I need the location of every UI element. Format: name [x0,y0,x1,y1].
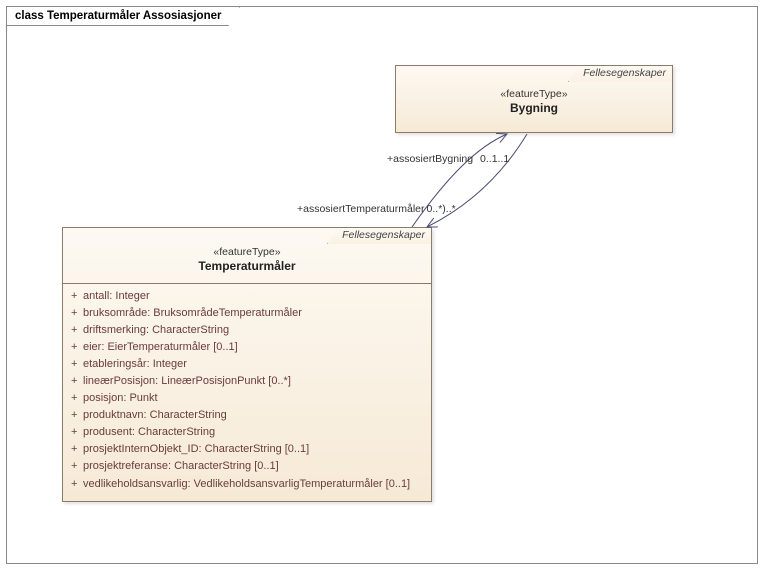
attribute-visibility: + [71,356,83,373]
attribute-visibility: + [71,407,83,424]
attribute-row: +posisjon: Punkt [71,390,423,407]
class-bygning-package: Fellesegenskaper [583,67,666,79]
attribute-text: prosjektreferanse: CharacterString [0..1… [83,460,279,472]
attribute-row: +antall: Integer [71,288,423,305]
attribute-text: etableringsår: Integer [83,358,187,370]
attribute-row: +vedlikeholdsansvarlig: Vedlikeholdsansv… [71,476,423,493]
attribute-text: posisjon: Punkt [83,392,158,404]
attribute-row: +eier: EierTemperaturmåler [0..1] [71,339,423,356]
diagram-title-tab: class Temperaturmåler Assosiasjoner [6,6,240,26]
class-bygning-stereotype: «featureType» [404,88,664,100]
attribute-text: produsent: CharacterString [83,426,215,438]
class-temperaturmaler-attributes: +antall: Integer+bruksområde: Bruksområd… [63,284,431,501]
attribute-visibility: + [71,322,83,339]
attribute-visibility: + [71,476,83,493]
attribute-text: vedlikeholdsansvarlig: Vedlikeholdsansva… [83,478,410,490]
attribute-visibility: + [71,458,83,475]
attribute-text: antall: Integer [83,290,150,302]
class-bygning-package-tab: Fellesegenskaper [568,65,673,82]
attribute-text: prosjektInternObjekt_ID: CharacterString… [83,443,309,455]
attribute-text: driftsmerking: CharacterString [83,324,229,336]
assoc-role-temperaturmaler: +assosiertTemperaturmåler0..*)..* [297,203,456,215]
class-temperaturmaler-stereotype: «featureType» [71,246,423,258]
class-bygning-name: Bygning [404,101,664,115]
attribute-row: +bruksområde: BruksområdeTemperaturmåler [71,305,423,322]
attribute-row: +etableringsår: Integer [71,356,423,373]
class-temperaturmaler: Fellesegenskaper «featureType» Temperatu… [62,227,432,502]
diagram-frame: class Temperaturmåler Assosiasjoner Fell… [6,6,758,564]
attribute-visibility: + [71,373,83,390]
diagram-title: class Temperaturmåler Assosiasjoner [15,10,221,22]
attribute-text: bruksområde: BruksområdeTemperaturmåler [83,307,302,319]
attribute-text: lineærPosisjon: LineærPosisjonPunkt [0..… [83,375,291,387]
attribute-row: +produsent: CharacterString [71,424,423,441]
attribute-text: eier: EierTemperaturmåler [0..1] [83,341,238,353]
class-temperaturmaler-name: Temperaturmåler [71,259,423,273]
attribute-visibility: + [71,288,83,305]
attribute-row: +lineærPosisjon: LineærPosisjonPunkt [0.… [71,373,423,390]
attribute-text: produktnavn: CharacterString [83,409,227,421]
assoc-role-bygning: +assosiertBygning 0..1..1 [387,153,509,165]
attribute-visibility: + [71,390,83,407]
attribute-row: +prosjektreferanse: CharacterString [0..… [71,458,423,475]
attribute-row: +driftsmerking: CharacterString [71,322,423,339]
class-temperaturmaler-package: Fellesegenskaper [342,229,425,241]
class-bygning: Fellesegenskaper «featureType» Bygning [395,65,673,133]
attribute-row: +prosjektInternObjekt_ID: CharacterStrin… [71,441,423,458]
attribute-visibility: + [71,424,83,441]
attribute-visibility: + [71,339,83,356]
attribute-visibility: + [71,441,83,458]
class-temperaturmaler-package-tab: Fellesegenskaper [327,227,432,244]
attribute-visibility: + [71,305,83,322]
attribute-row: +produktnavn: CharacterString [71,407,423,424]
